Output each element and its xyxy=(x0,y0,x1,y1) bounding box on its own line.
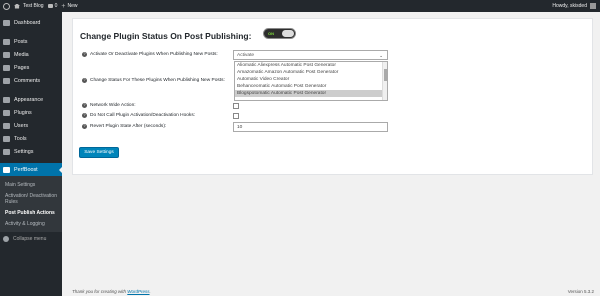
plugin-option[interactable]: Behanceomatic Automatic Post Generator xyxy=(235,83,387,90)
help-icon[interactable]: ? xyxy=(82,124,87,129)
enable-toggle[interactable]: ON xyxy=(263,28,296,39)
network-wide-label: ? Network Wide Action: xyxy=(82,103,136,108)
sidebar-item-appearance[interactable]: Appearance xyxy=(0,93,62,106)
no-hooks-checkbox[interactable] xyxy=(233,113,239,119)
plugin-option[interactable]: Automatic Video Creator xyxy=(235,76,387,83)
help-icon[interactable]: ? xyxy=(82,103,87,108)
page-icon xyxy=(3,64,10,71)
avatar xyxy=(590,3,596,9)
collapse-arrow-icon xyxy=(3,236,9,242)
dashboard-icon xyxy=(3,19,10,26)
sidebar-item-pages[interactable]: Pages xyxy=(0,61,62,74)
perfboost-submenu: Main Settings Activation/ Deactivation R… xyxy=(0,176,62,232)
new-content-link[interactable]: + New xyxy=(61,3,77,10)
sidebar-item-dashboard[interactable]: Dashboard xyxy=(0,16,62,29)
sidebar-item-users[interactable]: Users xyxy=(0,119,62,132)
plus-icon: + xyxy=(61,2,66,10)
plugin-icon xyxy=(3,109,10,116)
help-icon[interactable]: ? xyxy=(82,78,87,83)
settings-icon xyxy=(3,148,10,155)
user-icon xyxy=(3,122,10,129)
chevron-down-icon: ⌄ xyxy=(379,53,383,58)
wordpress-link[interactable]: WordPress xyxy=(127,289,149,294)
listbox-scrollbar[interactable] xyxy=(382,62,387,100)
comments-link[interactable]: 0 xyxy=(47,3,57,9)
plugin-option-selected[interactable]: Blogspotomatic Automatic Post Generator xyxy=(235,90,387,97)
brush-icon xyxy=(3,96,10,103)
save-settings-button[interactable]: Save Settings xyxy=(79,147,119,158)
plugin-option[interactable]: Amazomatic Amazon Automatic Post Generat… xyxy=(235,69,387,76)
footer-thanks: Thank you for creating with WordPress. xyxy=(72,289,151,294)
submenu-activity-logging[interactable]: Activity & Logging xyxy=(0,218,62,229)
submenu-main-settings[interactable]: Main Settings xyxy=(0,179,62,190)
toggle-on-label: ON xyxy=(268,31,274,36)
revert-state-label: ? Revert Plugin State After (seconds): xyxy=(82,124,167,129)
comment-icon xyxy=(3,77,10,84)
sidebar-item-comments[interactable]: Comments xyxy=(0,74,62,87)
footer-version: Version 5.3.2 xyxy=(567,289,594,294)
home-icon xyxy=(14,3,20,9)
admin-sidebar: Dashboard Posts Media Pages Comments App… xyxy=(0,12,62,296)
plugins-multiselect[interactable]: Aliomatic Aliexpress Automatic Post Gene… xyxy=(234,61,388,101)
sidebar-item-plugins[interactable]: Plugins xyxy=(0,106,62,119)
network-wide-checkbox[interactable] xyxy=(233,103,239,109)
plugin-option[interactable]: Aliomatic Aliexpress Automatic Post Gene… xyxy=(235,62,387,69)
sidebar-item-media[interactable]: Media xyxy=(0,48,62,61)
sidebar-item-settings[interactable]: Settings xyxy=(0,145,62,158)
collapse-menu-button[interactable]: Collapse menu xyxy=(0,236,62,242)
activate-deactivate-label: ? Activate Or Deactivate Plugins When Pu… xyxy=(82,52,218,57)
admin-bar: Test Blog 0 + New Howdy, skisded xyxy=(0,0,600,12)
wrench-icon xyxy=(3,135,10,142)
scrollbar-thumb[interactable] xyxy=(384,69,387,81)
media-icon xyxy=(3,51,10,58)
change-status-label: ? Change Status For These Plugins When P… xyxy=(82,78,225,83)
comment-bubble-icon xyxy=(47,4,53,8)
account-menu[interactable]: Howdy, skisded xyxy=(552,3,596,9)
revert-seconds-input[interactable]: 10 xyxy=(233,122,388,132)
pin-icon xyxy=(3,38,10,45)
sidebar-item-posts[interactable]: Posts xyxy=(0,35,62,48)
page-title: Change Plugin Status On Post Publishing: xyxy=(80,31,252,41)
toggle-knob xyxy=(282,30,294,37)
site-name-link[interactable]: Test Blog xyxy=(14,3,44,9)
sidebar-item-tools[interactable]: Tools xyxy=(0,132,62,145)
sidebar-item-perfboost[interactable]: PerfBoost xyxy=(0,163,62,176)
perfboost-icon xyxy=(3,166,10,173)
help-icon[interactable]: ? xyxy=(82,113,87,118)
wordpress-logo-icon[interactable] xyxy=(3,2,10,10)
help-icon[interactable]: ? xyxy=(82,52,87,57)
submenu-post-publish-actions[interactable]: Post Publish Actions xyxy=(0,207,62,218)
submenu-activation-rules[interactable]: Activation/ Deactivation Rules xyxy=(0,190,62,207)
activate-deactivate-select[interactable]: Activate ⌄ xyxy=(233,50,388,60)
current-menu-arrow xyxy=(59,167,62,173)
no-hooks-label: ? Do Not Call Plugin Activation/Deactiva… xyxy=(82,113,196,118)
